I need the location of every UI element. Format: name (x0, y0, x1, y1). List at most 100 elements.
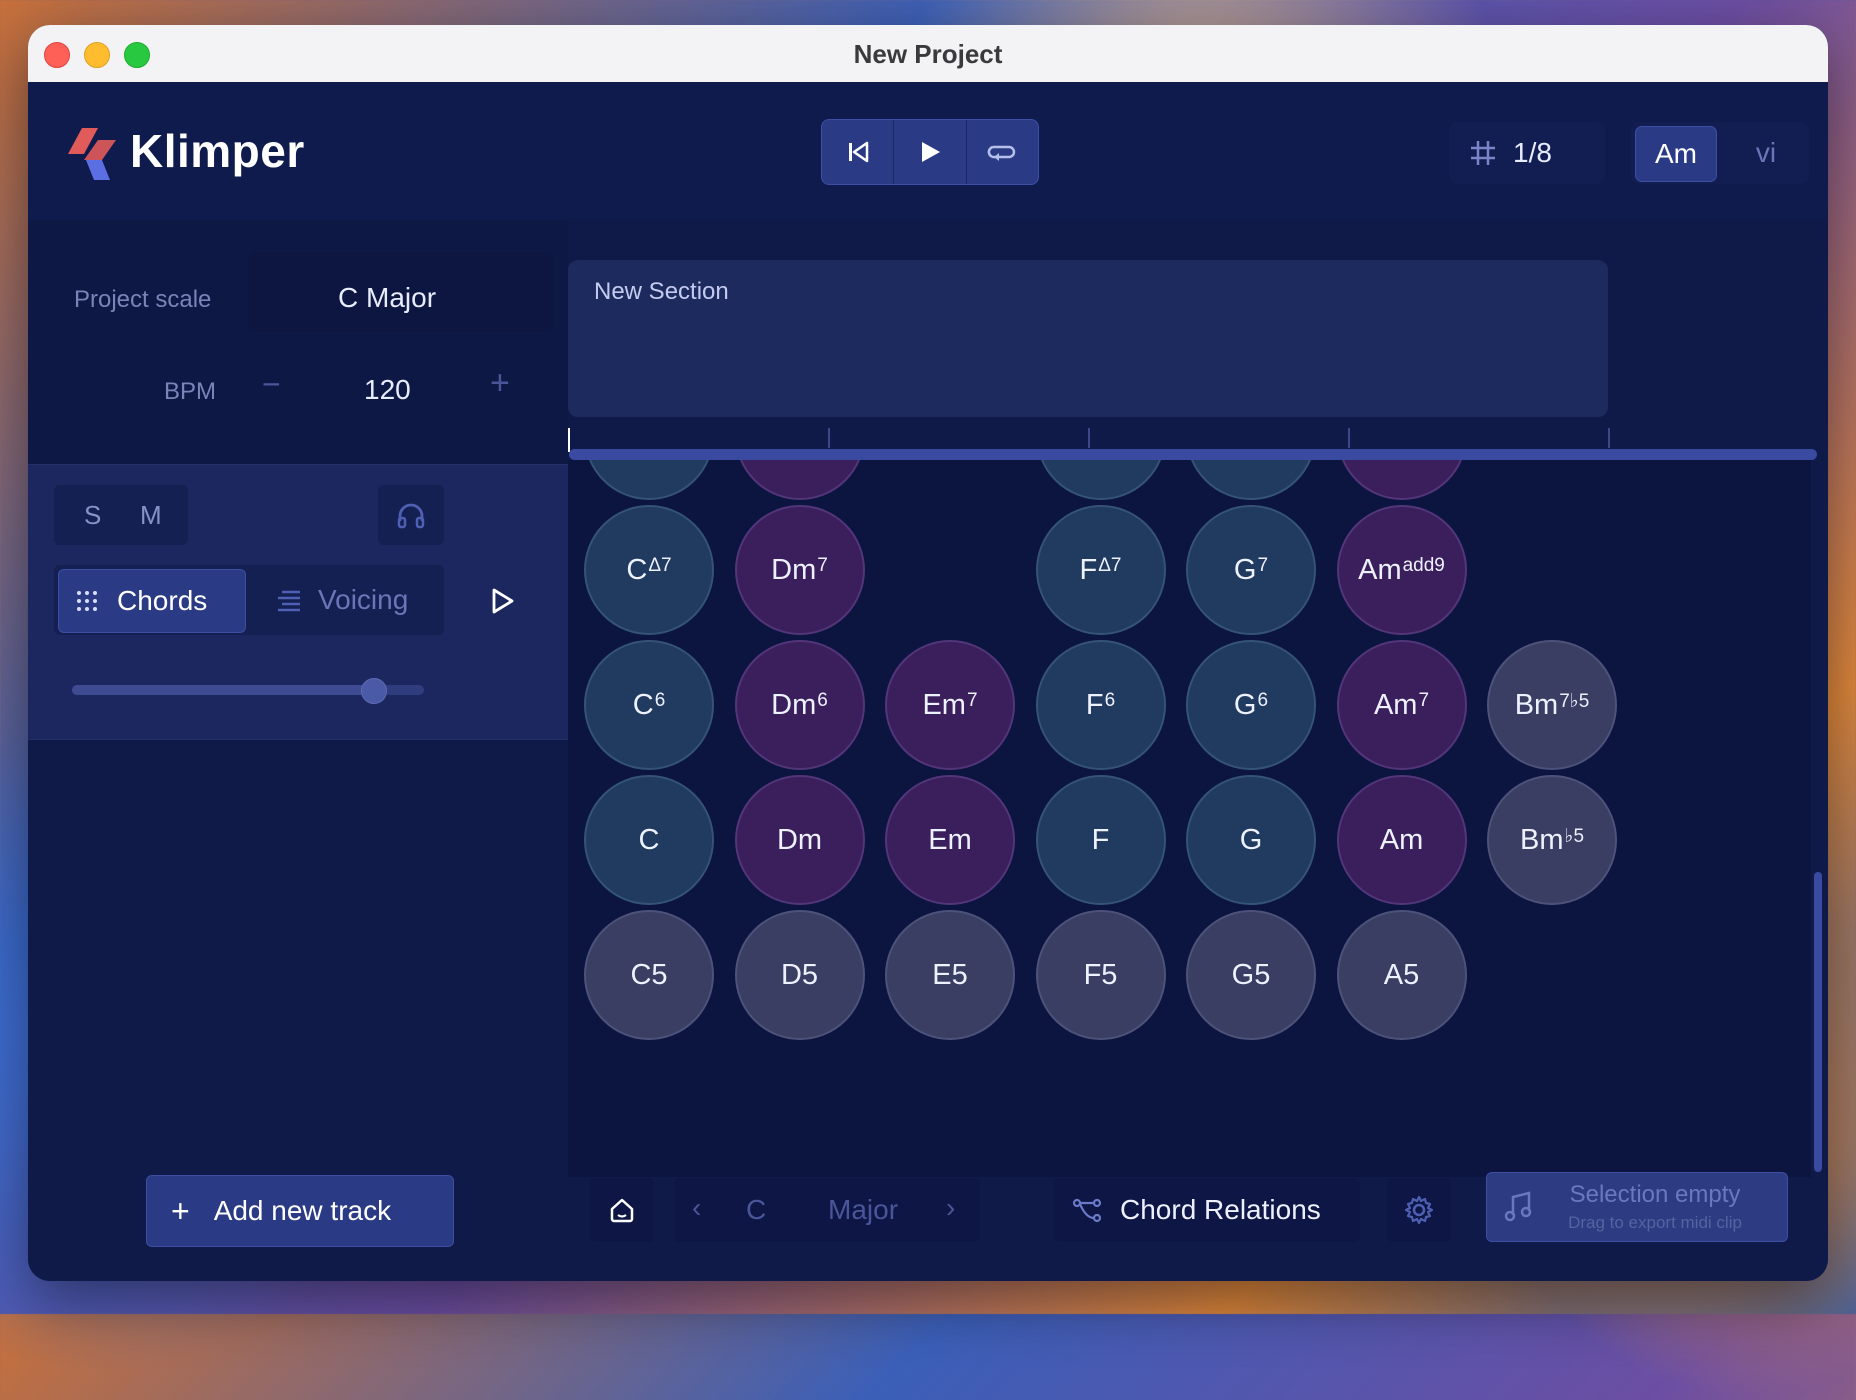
chord-pad[interactable]: F5 (1035, 910, 1166, 1040)
chord-pad-partial[interactable] (1336, 460, 1467, 500)
export-midi-clip[interactable]: Selection empty Drag to export midi clip (1486, 1172, 1788, 1242)
monitor-button[interactable] (378, 485, 444, 545)
chord-root: A5 (1383, 958, 1420, 991)
chord-pad[interactable]: Bm 7♭5 (1487, 640, 1617, 770)
chord-root: E5 (932, 958, 968, 991)
chord-pad-partial[interactable] (1186, 460, 1316, 500)
grid-icon (1471, 141, 1495, 165)
bpm-increase-button[interactable]: + (490, 364, 510, 403)
chord-root: Dm (771, 688, 817, 721)
project-settings-panel: Project scale C Major BPM − 120 + (28, 220, 568, 464)
chord-pad[interactable]: Dm 7 (734, 505, 865, 635)
section-title: New Section (594, 278, 729, 305)
chord-extension: 6 (1104, 690, 1116, 711)
key-mode-value[interactable]: Major (828, 1194, 898, 1226)
main-content: Project scale C Major BPM − 120 + S M Ch… (28, 220, 1828, 1281)
chord-pad[interactable]: C6 (584, 640, 714, 770)
key-navigator: ‹ C Major › (674, 1178, 980, 1242)
export-subtitle: Drag to export midi clip (1568, 1213, 1742, 1232)
chord-pad[interactable]: Bm ♭5 (1487, 775, 1617, 905)
add-track-label: Add new track (213, 1195, 392, 1226)
timeline-section[interactable]: New Section (568, 260, 1608, 417)
chord-pad[interactable]: Em (885, 775, 1015, 905)
chord-pad[interactable]: G5 (1186, 910, 1316, 1040)
chord-pad[interactable]: Am add9 (1336, 505, 1467, 635)
chord-pad[interactable]: G6 (1186, 640, 1316, 770)
mute-button[interactable]: M (140, 500, 162, 531)
track-volume-slider[interactable] (72, 678, 424, 704)
skip-back-button[interactable] (822, 120, 895, 184)
grid-value: 1/8 (1513, 137, 1552, 168)
chord-root: Em (928, 823, 972, 856)
chord-pad[interactable]: C5 (584, 910, 714, 1040)
chord-pad[interactable]: Em 7 (885, 640, 1015, 770)
gear-icon (1404, 1195, 1434, 1225)
timeline-scrollbar[interactable] (569, 449, 1817, 460)
chord-pad[interactable]: G7 (1186, 505, 1316, 635)
chord-pad-partial[interactable] (734, 460, 865, 500)
chord-pad[interactable]: A5 (1336, 910, 1467, 1040)
chord-pad[interactable]: Am 7 (1336, 640, 1467, 770)
chord-root: Bm (1514, 688, 1559, 721)
chord-root: C (632, 688, 654, 721)
roman-numeral-option[interactable]: vi (1731, 126, 1801, 180)
plus-icon: + (171, 1192, 190, 1229)
track-mode-toggle: Chords Voicing (54, 565, 444, 635)
solo-button[interactable]: S (84, 500, 101, 531)
slider-handle[interactable] (361, 678, 387, 704)
play-button[interactable] (894, 120, 967, 184)
chord-root: Dm (776, 823, 823, 856)
relations-icon (1072, 1198, 1102, 1223)
solo-mute-group: S M (54, 485, 188, 545)
next-key-button[interactable]: › (946, 1192, 955, 1224)
chord-pad[interactable]: Am (1336, 775, 1467, 905)
ruler-tick (1608, 428, 1610, 448)
chord-pad[interactable]: Dm 6 (734, 640, 865, 770)
play-icon (921, 142, 940, 162)
app-name: Klimper (130, 125, 305, 177)
chord-extension: 7 (817, 555, 828, 576)
chord-pad[interactable]: C (584, 775, 714, 905)
bpm-value[interactable]: 120 (364, 374, 411, 406)
ruler-tick (828, 428, 830, 448)
skip-back-icon (848, 141, 868, 163)
chord-extension: 7♭5 (1559, 690, 1590, 712)
chord-pad[interactable]: G (1186, 775, 1316, 905)
key-root-value[interactable]: C (746, 1194, 766, 1226)
playhead[interactable] (568, 428, 570, 452)
chord-extension: 6 (817, 690, 828, 711)
ruler-tick (1348, 428, 1350, 448)
voicing-mode-button[interactable]: Voicing (260, 569, 440, 631)
chord-pad[interactable]: F Δ7 (1035, 505, 1166, 635)
track-play-button[interactable] (490, 587, 516, 615)
chords-mode-button[interactable]: Chords (58, 569, 246, 633)
chord-extension: 7 (1257, 555, 1269, 576)
export-title: Selection empty (1569, 1181, 1741, 1208)
chord-pad[interactable]: C Δ7 (584, 505, 714, 635)
chord-relations-button[interactable]: Chord Relations (1054, 1178, 1360, 1242)
chord-palette-scrollbar[interactable] (1814, 872, 1822, 1172)
chord-pad-partial[interactable] (584, 460, 714, 500)
bpm-decrease-button[interactable]: − (262, 366, 281, 403)
loop-button[interactable] (967, 120, 1038, 184)
chord-pad[interactable]: D5 (734, 910, 865, 1040)
grid-resolution-selector[interactable]: 1/8 (1449, 122, 1605, 184)
settings-button[interactable] (1387, 1178, 1451, 1242)
chord-root: C (638, 823, 660, 856)
voicing-mode-label: Voicing (318, 584, 409, 615)
chords-mode-label: Chords (117, 585, 208, 616)
chord-pad[interactable]: F (1035, 775, 1166, 905)
chord-extension: 6 (654, 690, 666, 711)
chord-pad[interactable]: F6 (1035, 640, 1166, 770)
chord-relations-label: Chord Relations (1120, 1194, 1321, 1225)
chord-name-option[interactable]: Am (1635, 126, 1717, 182)
chord-pad[interactable]: E5 (885, 910, 1015, 1040)
project-scale-label: Project scale (74, 286, 212, 313)
add-new-track-button[interactable]: + Add new track (146, 1175, 454, 1247)
project-scale-value[interactable]: C Major (338, 282, 436, 314)
chord-pad[interactable]: Dm (734, 775, 865, 905)
chord-root: G (1233, 688, 1257, 721)
home-button[interactable] (590, 1178, 654, 1242)
previous-key-button[interactable]: ‹ (692, 1192, 701, 1224)
chord-pad-partial[interactable] (1035, 460, 1166, 500)
